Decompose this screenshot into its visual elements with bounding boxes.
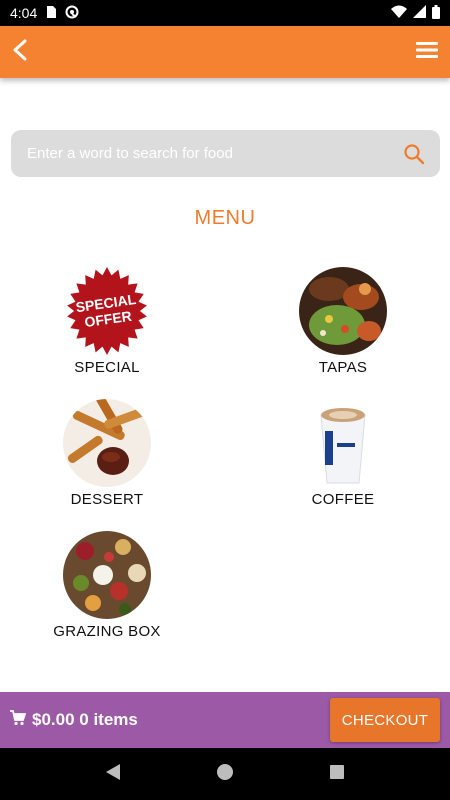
category-coffee[interactable]: COFFEE	[258, 399, 428, 508]
chevron-left-icon	[12, 39, 28, 66]
menu-button[interactable]	[406, 32, 438, 72]
back-triangle-icon[interactable]	[105, 763, 121, 786]
battery-icon	[432, 4, 440, 22]
at-sign-icon	[65, 5, 79, 22]
category-dessert[interactable]: DESSERT	[22, 399, 192, 508]
search-input[interactable]	[27, 145, 402, 162]
app-bar	[0, 26, 450, 78]
category-label: COFFEE	[311, 491, 375, 508]
tapas-photo	[299, 267, 387, 355]
status-time: 4:04	[10, 5, 38, 21]
grazing-box-photo	[63, 531, 151, 619]
checkout-button[interactable]: CHECKOUT	[330, 698, 440, 742]
wifi-icon	[391, 5, 407, 21]
back-button[interactable]	[12, 32, 44, 72]
category-tapas[interactable]: TAPAS	[258, 267, 428, 376]
cart-bar: $0.00 0 items CHECKOUT	[0, 692, 450, 748]
status-bar: 4:04	[0, 0, 450, 26]
category-label: SPECIAL	[74, 359, 140, 376]
search-icon[interactable]	[402, 142, 426, 166]
cart-total: $0.00 0 items	[32, 710, 138, 729]
cart-icon	[10, 709, 27, 731]
home-circle-icon[interactable]	[216, 763, 234, 786]
recents-square-icon[interactable]	[329, 764, 345, 785]
signal-icon	[413, 5, 426, 21]
churros-photo	[63, 399, 151, 487]
special-offer-badge: SPECIAL OFFER	[63, 267, 151, 355]
hamburger-menu-icon	[416, 41, 438, 64]
category-label: DESSERT	[70, 491, 144, 508]
system-nav-bar	[0, 748, 450, 800]
search-bar	[11, 130, 440, 177]
category-label: TAPAS	[318, 359, 368, 376]
menu-title: MENU	[194, 207, 256, 229]
category-grazing-box[interactable]: GRAZING BOX	[22, 531, 192, 640]
coffee-cup-photo	[299, 399, 387, 487]
category-special[interactable]: SPECIAL OFFER SPECIAL	[22, 267, 192, 376]
sim-card-icon	[45, 5, 57, 22]
category-label: GRAZING BOX	[53, 623, 161, 640]
